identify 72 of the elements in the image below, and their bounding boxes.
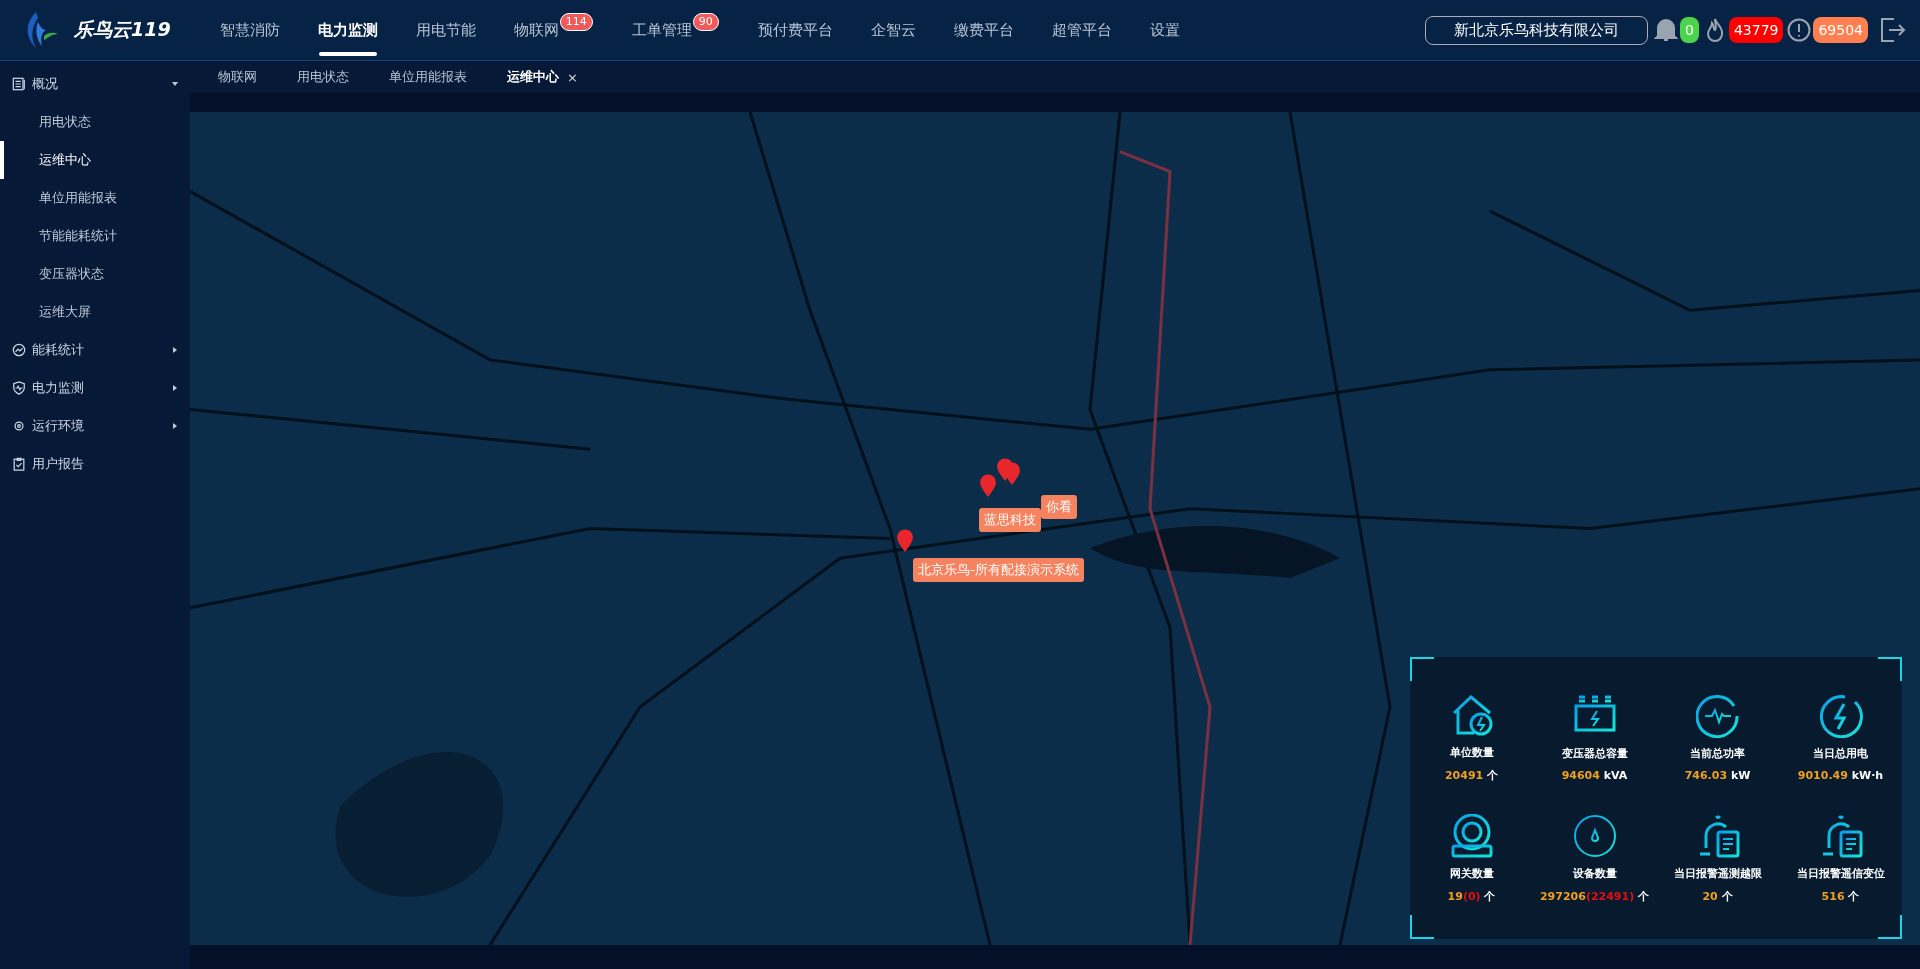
sidebar-item[interactable]: 用电状态 bbox=[0, 103, 190, 141]
stat-label: 单位数量 bbox=[1449, 744, 1494, 760]
stat-value: 19(0) 个 bbox=[1447, 888, 1496, 904]
caret-right-icon bbox=[172, 423, 178, 429]
stat-label: 网关数量 bbox=[1449, 865, 1494, 881]
stat-value: 20 个 bbox=[1702, 888, 1733, 904]
nav-tab[interactable]: 设置 bbox=[1130, 0, 1199, 60]
count-badge: 114 bbox=[559, 13, 593, 31]
document-icon bbox=[12, 77, 26, 91]
tab-label: 用电状态 bbox=[297, 68, 349, 86]
count-badge: 90 bbox=[692, 13, 719, 31]
logo-text: 乐鸟云119 bbox=[74, 17, 171, 42]
tab-label: 物联网 bbox=[218, 68, 257, 86]
company-selector[interactable]: 新北京乐鸟科技有限公司 bbox=[1425, 15, 1648, 45]
stat-label: 当日报警遥信变位 bbox=[1796, 865, 1885, 881]
caret-right-icon bbox=[172, 385, 178, 391]
stat-label: 当日报警遥测越限 bbox=[1673, 865, 1762, 881]
stat-label: 当日总用电 bbox=[1813, 745, 1868, 761]
stat-value: 20491 个 bbox=[1444, 767, 1499, 783]
stat-value: 746.03 kW bbox=[1684, 768, 1751, 782]
close-tab-icon[interactable]: × bbox=[567, 69, 578, 85]
page-tab[interactable]: 用电状态 bbox=[277, 68, 369, 86]
sidebar-item[interactable]: 单位用能报表 bbox=[0, 179, 190, 217]
sidebar-group[interactable]: 概况 bbox=[0, 65, 190, 103]
bell-icon[interactable] bbox=[1654, 17, 1678, 43]
caret-right-icon bbox=[172, 347, 178, 353]
nav-tab[interactable]: 用电节能 bbox=[396, 0, 495, 60]
nav-tab[interactable]: 缴费平台 bbox=[934, 0, 1033, 60]
gauge-icon bbox=[1572, 813, 1617, 858]
bolt-icon bbox=[1818, 693, 1863, 738]
map-pin-icon[interactable] bbox=[895, 528, 914, 553]
page-tab[interactable]: 运维中心 × bbox=[487, 68, 598, 86]
page-tab[interactable]: 单位用能报表 bbox=[369, 68, 487, 86]
gear-icon bbox=[12, 419, 26, 433]
caret-down-icon bbox=[172, 81, 178, 87]
logout-icon[interactable] bbox=[1880, 17, 1906, 43]
map-pin-icon[interactable] bbox=[978, 474, 997, 499]
sidebar-group[interactable]: 运行环境 bbox=[0, 407, 190, 445]
pulse-icon bbox=[1695, 693, 1740, 738]
tab-label: 单位用能报表 bbox=[389, 68, 467, 86]
stat-value: 297206(22491) 个 bbox=[1539, 888, 1650, 904]
page-tab[interactable]: 物联网 bbox=[198, 68, 277, 86]
nav-tab[interactable]: 企智云 bbox=[851, 0, 935, 60]
sidebar-item[interactable]: 运维大屏 bbox=[0, 293, 190, 331]
stat-value: 9010.49 kW·h bbox=[1797, 768, 1884, 782]
shield-icon bbox=[12, 381, 26, 395]
tab-label: 运维中心 bbox=[507, 68, 559, 86]
sidebar-group[interactable]: 电力监测 bbox=[0, 369, 190, 407]
sidebar-group[interactable]: 用户报告 bbox=[0, 445, 190, 483]
clipboard-icon bbox=[12, 457, 26, 471]
stat-value: 516 个 bbox=[1821, 888, 1860, 904]
corner-bracket bbox=[1878, 657, 1902, 681]
nav-tab[interactable]: 智慧消防 bbox=[200, 0, 299, 60]
router-icon bbox=[1449, 813, 1494, 858]
nav-tab[interactable]: 电力监测 bbox=[298, 0, 397, 60]
corner-bracket bbox=[1878, 915, 1902, 939]
stat-value: 94604 kVA bbox=[1561, 768, 1628, 782]
nav-tab[interactable]: 工单管理 90 bbox=[612, 0, 739, 60]
nav-tab[interactable]: 超管平台 bbox=[1032, 0, 1131, 60]
stat-label: 当前总功率 bbox=[1690, 745, 1745, 761]
stat-label: 设备数量 bbox=[1572, 865, 1617, 881]
corner-bracket bbox=[1410, 657, 1434, 681]
stat-label: 变压器总容量 bbox=[1561, 745, 1628, 761]
exclamation-circle-icon[interactable] bbox=[1787, 17, 1812, 43]
sidebar-item[interactable]: 节能能耗统计 bbox=[0, 217, 190, 255]
sidebar-group[interactable]: 能耗统计 bbox=[0, 331, 190, 369]
corner-bracket bbox=[1410, 915, 1434, 939]
sidebar-item[interactable]: 变压器状态 bbox=[0, 255, 190, 293]
nav-tab[interactable]: 预付费平台 bbox=[738, 0, 852, 60]
alert-count-badge[interactable]: 43779 bbox=[1728, 17, 1784, 43]
chart-circle-icon bbox=[12, 343, 26, 357]
nav-tab[interactable]: 物联网 114 bbox=[494, 0, 613, 60]
